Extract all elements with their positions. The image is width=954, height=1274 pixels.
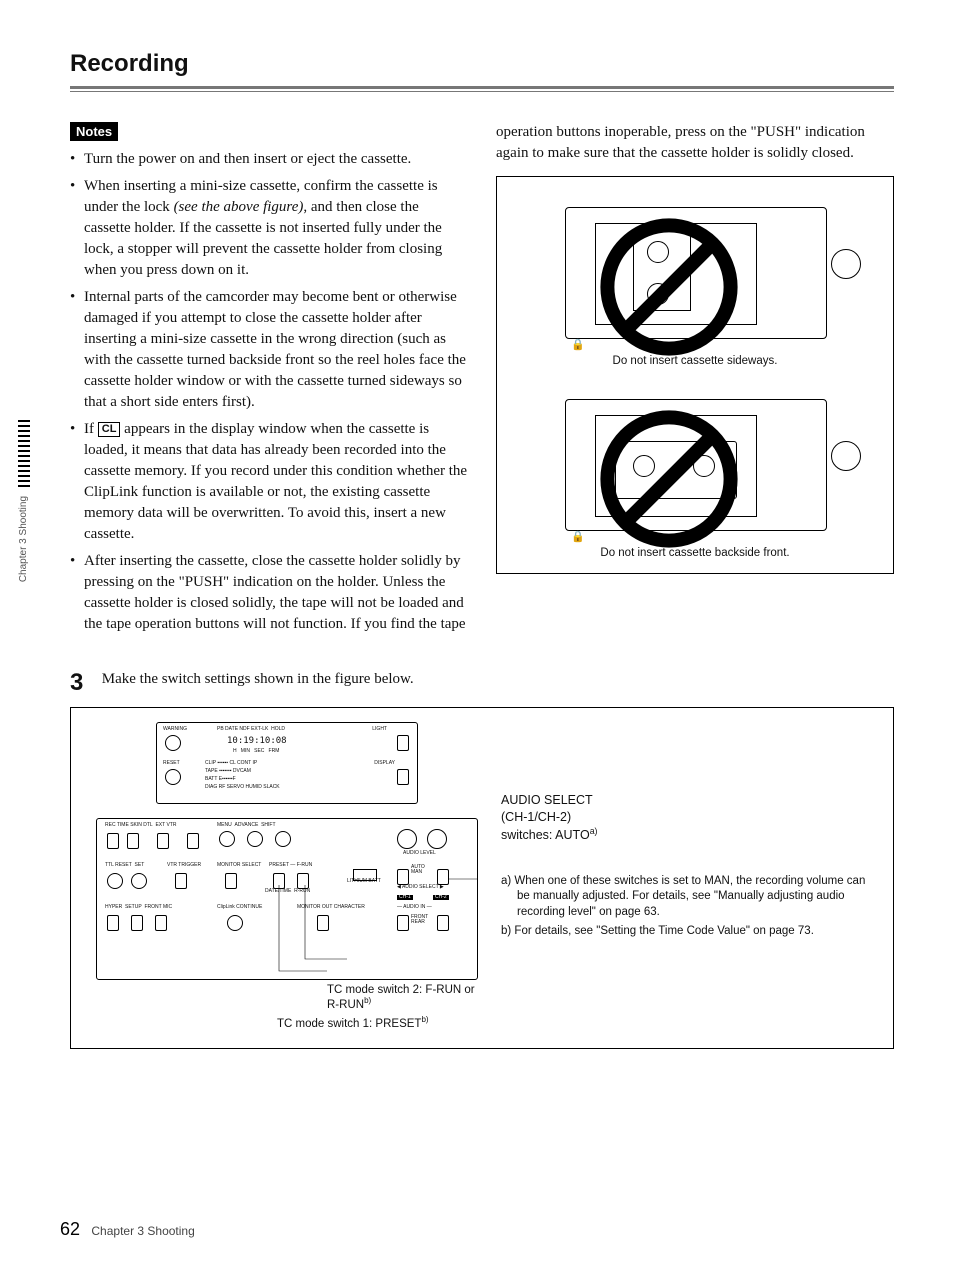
note-item: If CL appears in the display window when… <box>70 419 468 545</box>
page-number: 62 <box>60 1219 80 1239</box>
notes-badge: Notes <box>70 122 118 141</box>
panel-footnotes: a) When one of these switches is set to … <box>501 874 877 940</box>
thumb-index-label: Chapter 3 Shooting <box>18 496 29 582</box>
notes-list: Turn the power on and then insert or eje… <box>70 149 468 635</box>
prohibition-icon <box>599 409 739 549</box>
title-rule-thin <box>70 91 894 92</box>
step-number: 3 <box>70 669 98 697</box>
title-rule-thick <box>70 86 894 89</box>
figure-backside-front: 🔒 <box>535 381 855 541</box>
page-footer: 62 Chapter 3 Shooting <box>60 1219 195 1240</box>
step-text: Make the switch settings shown in the fi… <box>102 669 414 690</box>
note-item: After inserting the cassette, close the … <box>70 551 468 635</box>
note-item: Internal parts of the camcorder may beco… <box>70 287 468 413</box>
audio-select-callout: AUDIO SELECT (CH-1/CH-2) switches: AUTOa… <box>501 792 877 844</box>
display-panel-illustration: WARNING RESET PB DATE NDF EXT-LK HOLD 10… <box>156 722 418 804</box>
thumb-index-bars <box>18 420 30 488</box>
thumb-index: Chapter 3 Shooting <box>18 420 30 620</box>
control-panel-illustration: REC TIME SKIN DTL EXT VTR MENU ADVANCE S… <box>96 818 478 980</box>
note-item: Turn the power on and then insert or eje… <box>70 149 468 170</box>
prohibition-icon <box>599 217 739 357</box>
tc-switch-2-caption: TC mode switch 2: F-RUN or R-RUNb) <box>167 984 487 1011</box>
switch-panel-figure: WARNING RESET PB DATE NDF EXT-LK HOLD 10… <box>70 707 894 1049</box>
footnote-a: a) When one of these switches is set to … <box>501 874 877 921</box>
footnote-b: b) For details, see "Setting the Time Co… <box>501 924 877 940</box>
tc-switch-1-caption: TC mode switch 1: PRESETb) <box>147 1015 487 1030</box>
note-item: When inserting a mini-size cassette, con… <box>70 176 468 281</box>
step-3: 3 Make the switch settings shown in the … <box>70 669 894 697</box>
figure-sideways: 🔒 <box>535 189 855 349</box>
prohibition-figure-box: 🔒 Do not insert cassette sideways. 🔒 <box>496 176 894 574</box>
continuation-paragraph: operation buttons inoperable, press on t… <box>496 122 894 164</box>
cl-icon: CL <box>98 422 121 437</box>
page-title: Recording <box>70 50 894 78</box>
chapter-label: Chapter 3 Shooting <box>91 1224 194 1238</box>
